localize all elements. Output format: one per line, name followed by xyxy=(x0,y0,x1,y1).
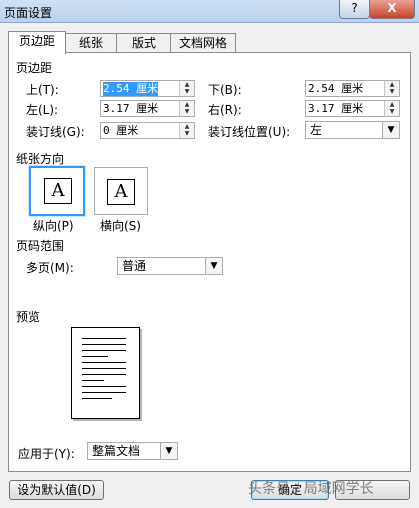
apply-to-label: 应用于(Y): xyxy=(18,447,75,461)
multiple-pages-select[interactable]: 普通 ▼ xyxy=(117,257,223,275)
multiple-pages-value: 普通 xyxy=(122,259,147,273)
landscape-page-icon: A xyxy=(107,179,135,205)
tab-paper[interactable]: 纸张 xyxy=(64,33,118,53)
spin-down-icon: ▼ xyxy=(184,88,190,95)
spin-down-icon: ▼ xyxy=(184,108,190,115)
spin-up-icon: ▲ xyxy=(389,81,395,88)
preview-line xyxy=(82,386,126,387)
portrait-option[interactable]: A xyxy=(29,166,85,216)
apply-to-value: 整篇文档 xyxy=(92,444,141,458)
bottom-margin-label: 下(B): xyxy=(208,83,242,97)
gutter-input[interactable]: 0 厘米 ▲ ▼ xyxy=(100,122,195,139)
chevron-down-icon[interactable]: ▼ xyxy=(205,258,222,274)
preview-line xyxy=(82,362,126,363)
right-margin-spinner[interactable]: ▲ ▼ xyxy=(384,101,399,116)
tab-doc-grid[interactable]: 文档网格 xyxy=(170,33,236,53)
portrait-label: 纵向(P) xyxy=(33,219,74,233)
preview-line xyxy=(82,338,126,339)
tab-label: 纸张 xyxy=(78,36,103,50)
preview-line xyxy=(82,374,126,375)
preview-line xyxy=(82,398,112,399)
gutter-position-label: 装订线位置(U): xyxy=(208,125,291,139)
preview-line xyxy=(82,368,126,369)
spin-up-icon: ▲ xyxy=(184,81,190,88)
tab-label: 文档网格 xyxy=(178,36,227,50)
section-margins: 页边距 xyxy=(16,61,53,75)
help-button[interactable]: ? xyxy=(339,0,370,19)
gutter-value: 0 厘米 xyxy=(103,124,139,137)
bottom-margin-value: 2.54 厘米 xyxy=(308,82,364,95)
window-title: 页面设置 xyxy=(4,6,53,20)
right-margin-input[interactable]: 3.17 厘米 ▲ ▼ xyxy=(305,100,400,117)
left-margin-input[interactable]: 3.17 厘米 ▲ ▼ xyxy=(100,100,195,117)
preview-line xyxy=(82,344,126,345)
left-margin-label: 左(L): xyxy=(26,103,59,117)
chevron-down-icon[interactable]: ▼ xyxy=(382,122,399,138)
right-margin-label: 右(R): xyxy=(208,103,242,117)
preview-line xyxy=(82,350,126,351)
spin-up-icon: ▲ xyxy=(184,101,190,108)
preview-line xyxy=(82,380,104,381)
gutter-position-select[interactable]: 左 ▼ xyxy=(305,121,400,139)
close-button[interactable]: X xyxy=(369,0,415,19)
top-margin-spinner[interactable]: ▲ ▼ xyxy=(179,81,194,96)
gutter-position-value: 左 xyxy=(310,123,323,137)
top-margin-value: 2.54 厘米 xyxy=(103,82,159,96)
tab-label: 页边距 xyxy=(18,34,55,48)
set-default-button[interactable]: 设为默认值(D) xyxy=(9,480,104,500)
spin-down-icon: ▼ xyxy=(184,130,190,137)
gutter-spinner[interactable]: ▲ ▼ xyxy=(179,123,194,138)
left-margin-spinner[interactable]: ▲ ▼ xyxy=(179,101,194,116)
bottom-margin-spinner[interactable]: ▲ ▼ xyxy=(384,81,399,96)
landscape-option[interactable]: A xyxy=(94,167,148,215)
close-icon: X xyxy=(387,1,397,15)
tab-margins[interactable]: 页边距 xyxy=(8,31,66,54)
preview-page xyxy=(71,327,140,419)
top-margin-input[interactable]: 2.54 厘米 ▲ ▼ xyxy=(100,80,195,97)
bottom-margin-input[interactable]: 2.54 厘米 ▲ ▼ xyxy=(305,80,400,97)
spin-up-icon: ▲ xyxy=(184,123,190,130)
section-preview: 预览 xyxy=(16,310,41,324)
spin-up-icon: ▲ xyxy=(389,101,395,108)
set-default-label: 设为默认值(D) xyxy=(17,483,96,497)
preview-line xyxy=(82,356,108,357)
right-margin-value: 3.17 厘米 xyxy=(308,102,364,115)
title-bar: 页面设置 ? X xyxy=(0,0,419,23)
section-orientation: 纸张方向 xyxy=(16,152,65,166)
top-margin-label: 上(T): xyxy=(26,83,59,97)
spin-down-icon: ▼ xyxy=(389,108,395,115)
chevron-down-icon[interactable]: ▼ xyxy=(160,443,177,459)
tab-layout[interactable]: 版式 xyxy=(116,33,172,53)
landscape-label: 横向(S) xyxy=(100,219,141,233)
portrait-page-icon: A xyxy=(44,178,72,204)
watermark: 头条号 / 局域网学长 xyxy=(248,481,374,497)
tab-label: 版式 xyxy=(131,36,156,50)
gutter-label: 装订线(G): xyxy=(26,125,85,139)
apply-to-select[interactable]: 整篇文档 ▼ xyxy=(87,442,178,460)
multiple-pages-label: 多页(M): xyxy=(26,261,74,275)
spin-down-icon: ▼ xyxy=(389,88,395,95)
preview-line xyxy=(82,392,126,393)
left-margin-value: 3.17 厘米 xyxy=(103,102,159,115)
help-icon: ? xyxy=(351,1,358,15)
section-pages: 页码范围 xyxy=(16,239,65,253)
